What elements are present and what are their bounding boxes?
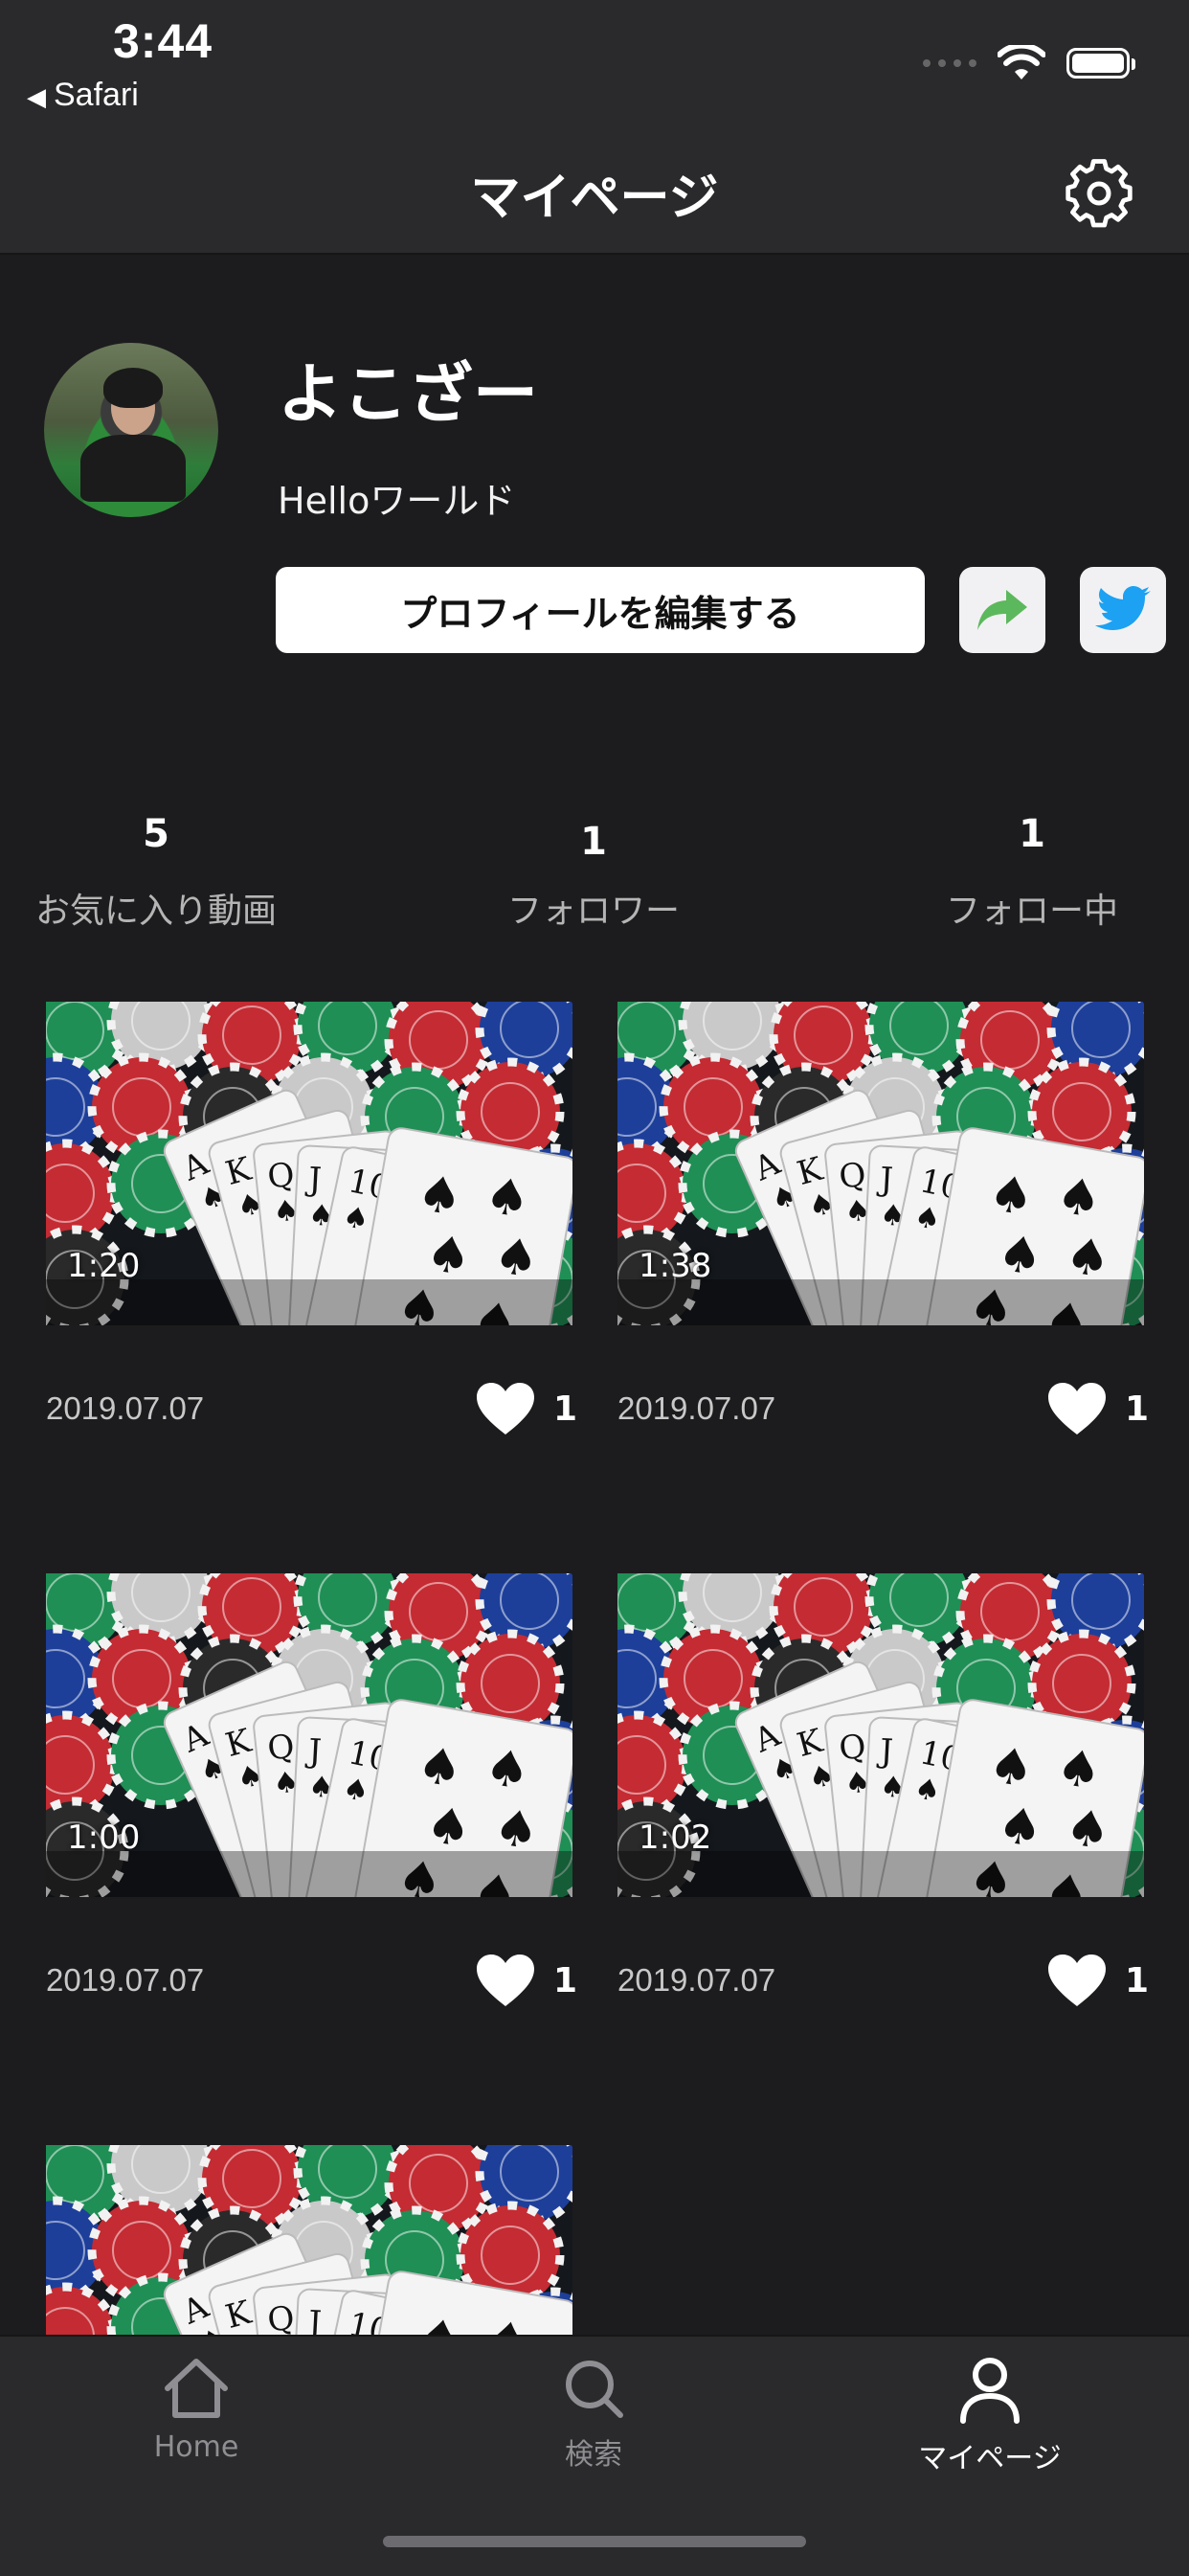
- twitter-bird-icon: [1095, 586, 1151, 630]
- heart-icon: [477, 1383, 534, 1435]
- following-stat[interactable]: 1 フォロー中: [919, 812, 1145, 933]
- following-label: フォロー中: [945, 892, 1118, 931]
- followers-count: 1: [580, 820, 607, 864]
- video-duration: 1:00: [67, 1819, 141, 1857]
- home-icon: [165, 2359, 228, 2418]
- favorites-stat[interactable]: 5 お気に入り動画: [29, 812, 283, 933]
- tab-search-label: 検索: [565, 2438, 622, 2472]
- avatar[interactable]: [44, 343, 218, 517]
- video-card[interactable]: A♠K♠Q♠J♠10♠♠♠♠♠♠♠ 1:02 2019.07.07 1: [617, 1573, 1150, 2025]
- battery-icon: [1066, 48, 1135, 79]
- back-to-app-link[interactable]: ◀ Safari: [27, 77, 139, 114]
- page-title: マイページ: [470, 169, 719, 227]
- video-duration: 1:20: [67, 1247, 141, 1285]
- heart-icon: [477, 1955, 534, 2006]
- favorites-label: お気に入り動画: [34, 892, 277, 931]
- gear-icon[interactable]: [1063, 157, 1135, 230]
- navigation-bar: マイページ: [0, 134, 1189, 255]
- edit-profile-button[interactable]: プロフィールを編集する: [276, 567, 925, 653]
- video-card[interactable]: A♠K♠Q♠J♠10♠♠♠♠♠♠♠ 1:20 2019.07.07 1: [46, 1002, 578, 1454]
- tab-search[interactable]: 検索: [479, 2356, 708, 2473]
- back-triangle-icon: ◀: [27, 82, 46, 111]
- status-bar: 3:44 ◀ Safari: [0, 0, 1189, 134]
- wifi-icon: [998, 45, 1045, 79]
- video-date: 2019.07.07: [617, 1962, 776, 1998]
- search-icon: [566, 2361, 623, 2418]
- share-button[interactable]: [959, 567, 1045, 653]
- like-button[interactable]: 1: [1046, 1381, 1150, 1436]
- tab-home[interactable]: Home: [81, 2356, 311, 2464]
- back-app-label: Safari: [54, 77, 139, 113]
- video-date: 2019.07.07: [617, 1390, 776, 1426]
- following-count: 1: [1019, 812, 1045, 856]
- svg-text:Q: Q: [838, 1156, 868, 1197]
- tab-home-label: Home: [153, 2430, 239, 2464]
- like-count: 1: [1125, 1389, 1150, 1429]
- twitter-share-button[interactable]: [1080, 567, 1166, 653]
- like-button[interactable]: 1: [475, 1381, 578, 1436]
- like-count: 1: [1125, 1960, 1150, 2000]
- video-date: 2019.07.07: [46, 1390, 205, 1426]
- video-duration: 1:38: [639, 1247, 712, 1285]
- video-thumbnail[interactable]: A♠K♠Q♠J♠10♠♠♠♠♠♠♠ 1:20: [46, 1002, 572, 1325]
- favorites-count: 5: [143, 812, 169, 856]
- svg-text:Q: Q: [266, 1728, 297, 1769]
- video-thumbnail[interactable]: A♠K♠Q♠J♠10♠♠♠♠♠♠♠ 1:02: [617, 1573, 1144, 1897]
- followers-label: フォロワー: [506, 892, 680, 931]
- video-thumbnail[interactable]: A♠K♠Q♠J♠10♠♠♠♠♠♠♠ 1:00: [46, 1573, 572, 1897]
- followers-stat[interactable]: 1 フォロワー: [479, 820, 708, 933]
- share-arrow-icon: [977, 590, 1027, 630]
- video-card[interactable]: A♠K♠Q♠J♠10♠♠♠♠♠♠♠ 1:00 2019.07.07 1: [46, 1573, 578, 2025]
- video-thumbnail[interactable]: A♠K♠Q♠J♠10♠♠♠♠♠♠♠ 1:38: [617, 1002, 1144, 1325]
- home-indicator[interactable]: [383, 2536, 806, 2547]
- video-duration: 1:02: [639, 1819, 712, 1857]
- video-date: 2019.07.07: [46, 1962, 205, 1998]
- like-button[interactable]: 1: [475, 1953, 578, 2008]
- video-card[interactable]: A♠K♠Q♠J♠10♠♠♠♠♠♠♠ 1:38 2019.07.07 1: [617, 1002, 1150, 1454]
- tab-mypage[interactable]: マイページ: [875, 2356, 1105, 2476]
- svg-text:Q: Q: [266, 1156, 297, 1197]
- status-indicators: [923, 42, 1135, 84]
- profile-bio: Helloワールド: [278, 480, 516, 522]
- person-icon: [960, 2358, 1020, 2424]
- heart-icon: [1048, 1383, 1106, 1435]
- svg-text:Q: Q: [838, 1728, 868, 1769]
- heart-icon: [1048, 1955, 1106, 2006]
- like-count: 1: [553, 1960, 578, 2000]
- status-time: 3:44: [113, 14, 213, 68]
- username: よこざー: [278, 357, 539, 433]
- like-count: 1: [553, 1389, 578, 1429]
- like-button[interactable]: 1: [1046, 1953, 1150, 2008]
- tab-mypage-label: マイページ: [918, 2442, 1062, 2475]
- cellular-signal-icon: [923, 59, 976, 67]
